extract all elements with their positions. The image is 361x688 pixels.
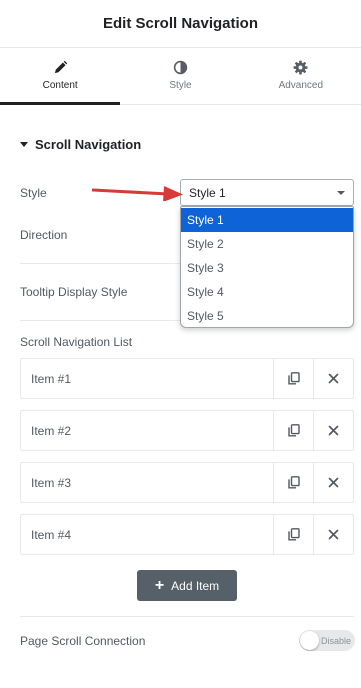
repeater-item-title[interactable]: Item #1 bbox=[21, 359, 273, 398]
repeater-item[interactable]: Item #2 bbox=[20, 410, 354, 451]
half-circle-icon bbox=[173, 60, 188, 75]
style-select-value: Style 1 bbox=[189, 185, 226, 200]
copy-icon bbox=[287, 476, 300, 489]
plus-icon: + bbox=[154, 576, 165, 594]
direction-label: Direction bbox=[20, 228, 68, 242]
duplicate-button[interactable] bbox=[273, 411, 313, 450]
caret-down-icon bbox=[20, 142, 28, 147]
repeater-item[interactable]: Item #1 bbox=[20, 358, 354, 399]
tab-bar: Content Style Advanced bbox=[0, 48, 361, 105]
close-icon bbox=[328, 529, 339, 540]
chevron-down-icon bbox=[337, 190, 345, 195]
dropdown-option-style-1[interactable]: Style 1 bbox=[181, 208, 353, 232]
duplicate-button[interactable] bbox=[273, 463, 313, 502]
red-arrow-annotation bbox=[92, 186, 183, 201]
tab-advanced-label: Advanced bbox=[278, 80, 324, 91]
pencil-icon bbox=[54, 60, 67, 74]
add-item-label: Add Item bbox=[171, 578, 220, 593]
section-title: Scroll Navigation bbox=[35, 137, 142, 152]
panel-header: Edit Scroll Navigation bbox=[0, 0, 361, 48]
style-label: Style bbox=[20, 186, 47, 200]
style-select[interactable]: Style 1 bbox=[180, 179, 354, 206]
page-scroll-toggle[interactable]: Disable bbox=[299, 630, 355, 651]
repeater-item[interactable]: Item #4 bbox=[20, 514, 354, 555]
remove-button[interactable] bbox=[313, 515, 353, 554]
dropdown-option-style-4[interactable]: Style 4 bbox=[181, 280, 353, 304]
copy-icon bbox=[287, 528, 300, 541]
tab-content[interactable]: Content bbox=[0, 48, 121, 105]
repeater-item-title[interactable]: Item #4 bbox=[21, 515, 273, 554]
tooltip-display-label: Tooltip Display Style bbox=[20, 285, 128, 299]
tab-advanced[interactable]: Advanced bbox=[241, 48, 361, 104]
repeater-item[interactable]: Item #3 bbox=[20, 462, 354, 503]
copy-icon bbox=[287, 372, 300, 385]
section-header[interactable]: Scroll Navigation bbox=[20, 137, 141, 152]
remove-button[interactable] bbox=[313, 411, 353, 450]
page-scroll-connection-label: Page Scroll Connection bbox=[20, 634, 146, 648]
tab-style-label: Style bbox=[169, 80, 192, 91]
dropdown-option-style-5[interactable]: Style 5 bbox=[181, 304, 353, 327]
remove-button[interactable] bbox=[313, 463, 353, 502]
toggle-label: Disable bbox=[321, 635, 352, 646]
close-icon bbox=[328, 477, 339, 488]
divider bbox=[20, 616, 354, 617]
duplicate-button[interactable] bbox=[273, 515, 313, 554]
repeater-item-title[interactable]: Item #2 bbox=[21, 411, 273, 450]
style-dropdown-list: Style 1 Style 2 Style 3 Style 4 Style 5 bbox=[180, 206, 354, 328]
tab-content-label: Content bbox=[42, 80, 78, 91]
close-icon bbox=[328, 373, 339, 384]
toggle-knob bbox=[300, 631, 319, 650]
remove-button[interactable] bbox=[313, 359, 353, 398]
dropdown-option-style-2[interactable]: Style 2 bbox=[181, 232, 353, 256]
repeater-item-title[interactable]: Item #3 bbox=[21, 463, 273, 502]
add-item-button[interactable]: + Add Item bbox=[137, 570, 237, 601]
dropdown-option-style-3[interactable]: Style 3 bbox=[181, 256, 353, 280]
gear-icon bbox=[293, 60, 308, 75]
panel-title: Edit Scroll Navigation bbox=[102, 15, 259, 32]
tab-style[interactable]: Style bbox=[120, 48, 240, 104]
copy-icon bbox=[287, 424, 300, 437]
scroll-navigation-list-label: Scroll Navigation List bbox=[20, 335, 133, 349]
duplicate-button[interactable] bbox=[273, 359, 313, 398]
close-icon bbox=[328, 425, 339, 436]
